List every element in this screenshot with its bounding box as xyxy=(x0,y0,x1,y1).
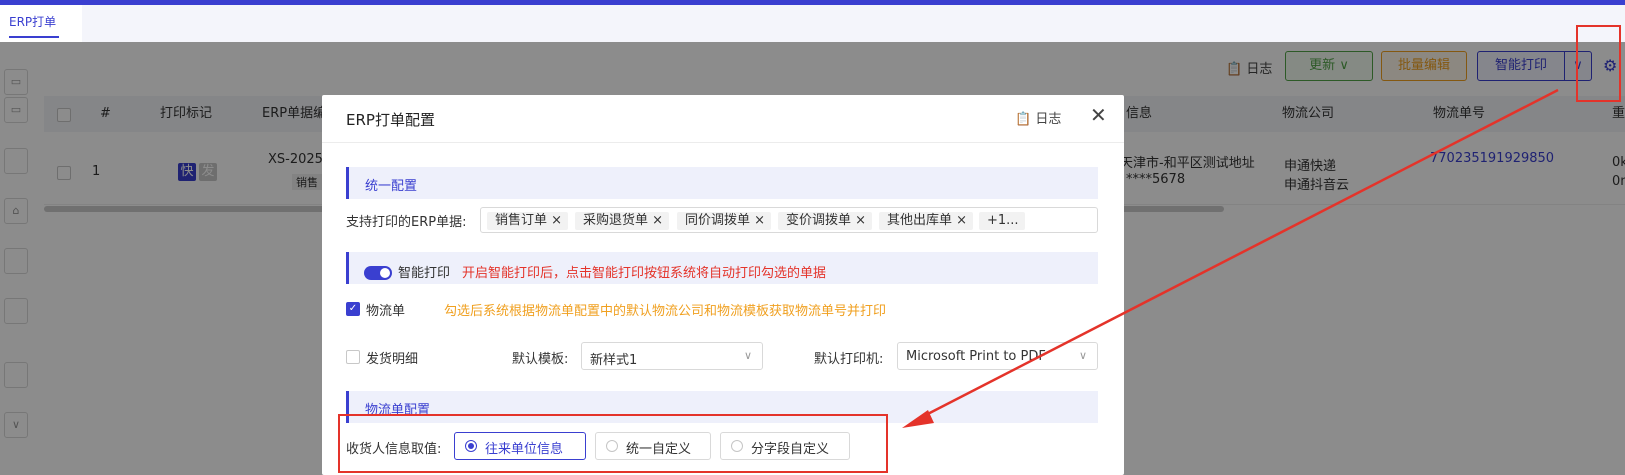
annotation-arrow xyxy=(902,88,1559,428)
